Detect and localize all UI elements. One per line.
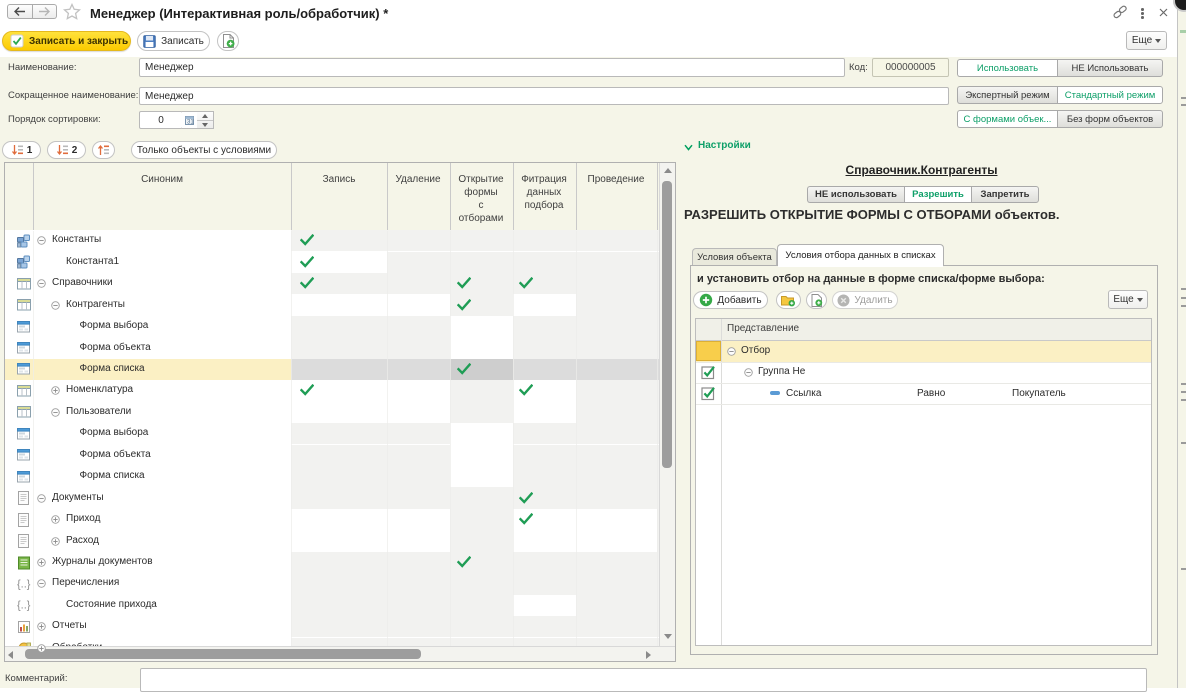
svg-text:{..}: {..} [17,600,31,612]
svg-text:{..}: {..} [17,578,31,590]
svg-text:31: 31 [187,119,194,124]
